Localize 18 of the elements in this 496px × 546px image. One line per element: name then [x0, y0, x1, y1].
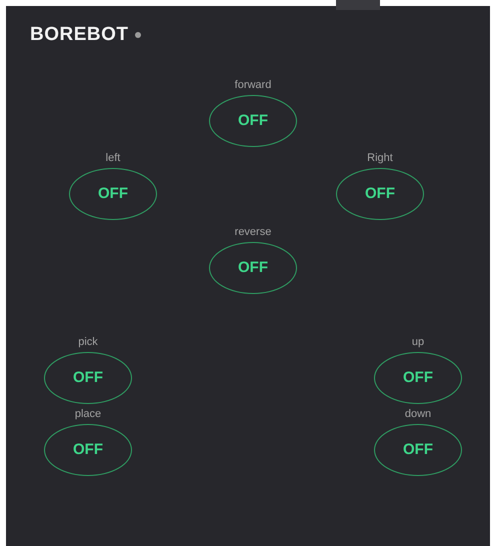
control-label: forward	[234, 79, 272, 91]
toggle-button[interactable]: OFF	[374, 424, 462, 476]
control-label: place	[74, 408, 102, 420]
toggle-button[interactable]: OFF	[69, 168, 157, 220]
toggle-button[interactable]: OFF	[336, 168, 424, 220]
control-label: reverse	[234, 226, 272, 238]
control-label: Right	[367, 152, 393, 164]
app-title: BOREBOT	[30, 22, 128, 47]
toggle-button[interactable]: OFF	[209, 95, 297, 147]
toggle-button[interactable]: OFF	[44, 352, 132, 404]
toggle-button[interactable]: OFF	[209, 242, 297, 294]
control-label: left	[106, 152, 120, 164]
toggle-button[interactable]: OFF	[374, 352, 462, 404]
control-label: pick	[78, 336, 98, 348]
toggle-button[interactable]: OFF	[44, 424, 132, 476]
header-notch	[336, 0, 380, 10]
control-label: up	[412, 336, 424, 348]
control-label: down	[404, 408, 432, 420]
